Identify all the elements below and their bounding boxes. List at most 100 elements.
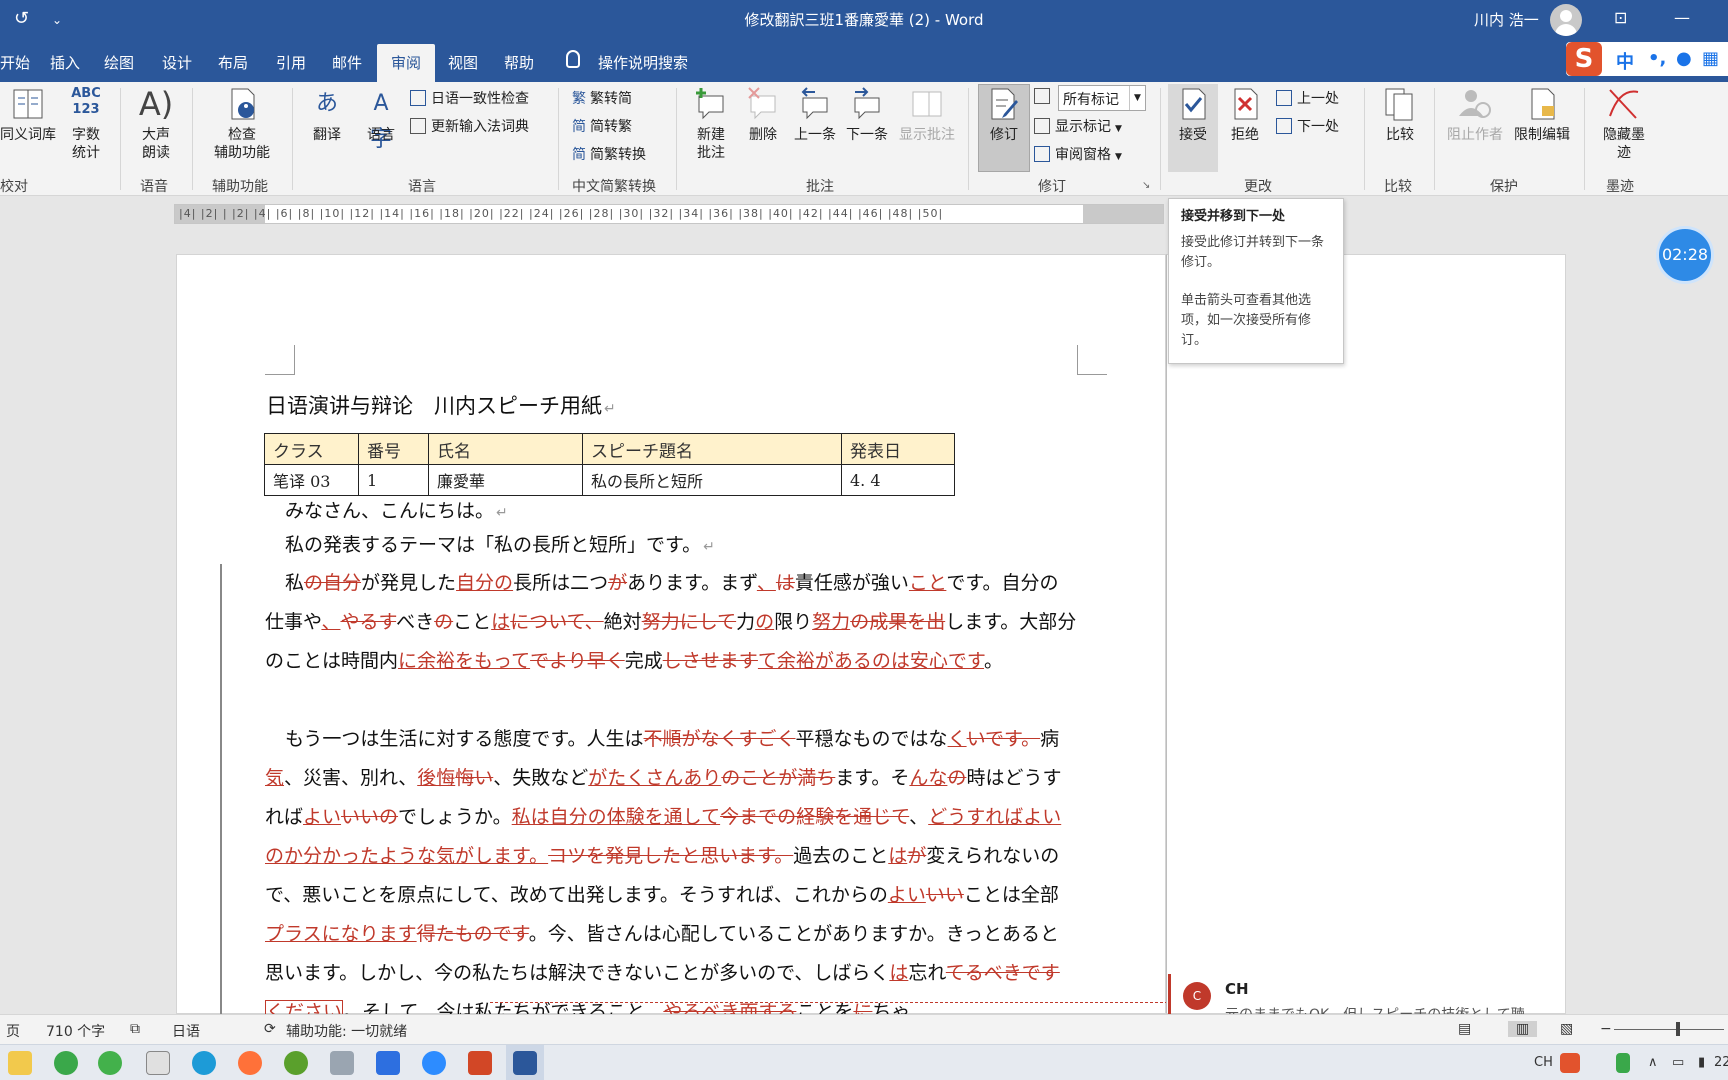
microphone-icon[interactable]: ●: [1676, 48, 1692, 69]
jp-consistency-button[interactable]: 日语一致性检查: [410, 88, 529, 108]
tab-home[interactable]: 开始: [0, 52, 30, 73]
tab-draw[interactable]: 绘图: [104, 52, 134, 73]
block-authors-button[interactable]: 阻止作者: [1442, 86, 1508, 144]
hide-ink-button[interactable]: 隐藏墨 迹: [1592, 86, 1656, 162]
tab-review[interactable]: 审阅: [377, 44, 436, 82]
tray-time[interactable]: 22: [1714, 1055, 1728, 1070]
table-cell[interactable]: 4. 4: [841, 464, 955, 496]
table-header-cell[interactable]: クラス: [264, 433, 359, 465]
paint-icon[interactable]: [146, 1051, 170, 1075]
tab-layout[interactable]: 布局: [218, 52, 248, 73]
tray-chevron-icon[interactable]: ∧: [1648, 1055, 1658, 1070]
table-header-cell[interactable]: 発表日: [841, 433, 955, 465]
language-button[interactable]: A字 语言: [356, 86, 406, 152]
show-comments-button[interactable]: 显示批注: [892, 86, 962, 144]
markup-select[interactable]: 所有标记 ▼: [1058, 85, 1146, 111]
tray-network-icon[interactable]: ▭: [1672, 1055, 1684, 1070]
ime-mode[interactable]: 中: [1616, 48, 1634, 74]
accept-button[interactable]: 接受: [1168, 86, 1218, 144]
table-header-cell[interactable]: スピーチ題名: [582, 433, 842, 465]
tab-view[interactable]: 视图: [448, 52, 478, 73]
comment-balloon[interactable]: C CH 元のままでもOK。但しスピーチの技術として聴: [1168, 974, 1566, 1023]
tray-language[interactable]: CH: [1534, 1055, 1553, 1070]
trad-to-simp-button[interactable]: 繁繁转简: [572, 88, 632, 108]
wechat-icon[interactable]: [98, 1051, 122, 1075]
file-explorer-icon[interactable]: [8, 1051, 32, 1075]
chrome-like-icon[interactable]: [284, 1051, 308, 1075]
table-header-cell[interactable]: 番号: [358, 433, 429, 465]
next-comment-button[interactable]: 下一条: [842, 86, 892, 144]
recording-timer[interactable]: 02:28: [1656, 226, 1714, 284]
user-name[interactable]: 川内 浩一: [1474, 9, 1539, 30]
edge-icon[interactable]: [192, 1051, 216, 1075]
track-changes-button[interactable]: 修订: [980, 86, 1028, 144]
update-ime-dict-button[interactable]: 更新输入法词典: [410, 116, 529, 136]
print-layout-icon[interactable]: ▥: [1508, 1021, 1538, 1037]
tab-references[interactable]: 引用: [276, 52, 306, 73]
body-paragraph-attitude[interactable]: もう一つは生活に対する態度です。人生は不順がなくすごく平穏なものではなくいです。…: [265, 720, 1077, 1014]
tab-mailings[interactable]: 邮件: [332, 52, 362, 73]
page-indicator[interactable]: 页: [6, 1021, 20, 1041]
reject-button[interactable]: 拒绝: [1220, 86, 1270, 144]
punctuation-icon[interactable]: •,: [1648, 48, 1666, 69]
simp-to-trad-button[interactable]: 简简转繁: [572, 116, 632, 136]
new-comment-button[interactable]: 新建 批注: [684, 86, 738, 162]
tab-design[interactable]: 设计: [162, 52, 192, 73]
previous-change-button[interactable]: 上一处: [1276, 88, 1339, 108]
tray-sogou-icon[interactable]: [1560, 1053, 1580, 1073]
document-heading[interactable]: 日语演讲与辩论 川内スピーチ用紙 ↵: [266, 390, 616, 420]
body-paragraph-strengths[interactable]: 私の自分が発見した自分の長所は二つがあります。まず、は責任感が強いことです。自分…: [265, 564, 1077, 681]
tab-insert[interactable]: 插入: [50, 52, 80, 73]
show-markup-button[interactable]: 显示标记 ▼: [1034, 116, 1122, 136]
info-table[interactable]: クラス 番号 氏名 スピーチ題名 発表日 笔译 03 1 廉愛華 私の長所と短所…: [264, 433, 955, 496]
read-mode-icon[interactable]: ▤: [1458, 1021, 1471, 1037]
ribbon-display-icon[interactable]: ⊡: [1614, 8, 1627, 27]
thesaurus-button[interactable]: 同义词库: [0, 86, 56, 144]
powerpoint-icon[interactable]: [468, 1051, 492, 1075]
prev-comment-button[interactable]: 上一条: [790, 86, 840, 144]
table-cell[interactable]: 笔译 03: [264, 464, 359, 496]
table-cell[interactable]: 私の長所と短所: [582, 464, 842, 496]
read-aloud-button[interactable]: A) 大声 朗读: [134, 86, 178, 162]
next-change-button[interactable]: 下一处: [1276, 116, 1339, 136]
table-cell[interactable]: 廉愛華: [428, 464, 583, 496]
zoom-meeting-icon[interactable]: [422, 1051, 446, 1075]
table-cell[interactable]: 1: [358, 464, 429, 496]
convert-button[interactable]: 简简繁转换: [572, 144, 646, 164]
word-count-status[interactable]: 710 个字: [46, 1021, 105, 1041]
proofing-status-icon[interactable]: ⧉: [130, 1021, 140, 1037]
web-layout-icon[interactable]: ▧: [1560, 1021, 1573, 1037]
tray-app-icon[interactable]: [1616, 1053, 1630, 1073]
tab-help[interactable]: 帮助: [504, 52, 534, 73]
restrict-editing-button[interactable]: 限制编辑: [1508, 86, 1576, 144]
delete-comment-button[interactable]: 删除: [740, 86, 786, 144]
table-header-cell[interactable]: 氏名: [428, 433, 583, 465]
minimize-icon[interactable]: —: [1674, 8, 1690, 27]
word-count-button[interactable]: ABC 123 字数 统计: [64, 86, 108, 162]
zoom-out-icon[interactable]: −: [1600, 1021, 1612, 1037]
theme-paragraph[interactable]: 私の発表するテーマは「私の長所と短所」です。 ↵: [265, 526, 1077, 567]
show-markup-icon: [1034, 118, 1050, 134]
ie-browser-icon[interactable]: [54, 1051, 78, 1075]
ime-toolbar[interactable]: S 中 •, ● ▦: [1566, 42, 1728, 76]
language-status[interactable]: 日语: [172, 1021, 200, 1041]
translate-button[interactable]: あ 翻译: [302, 86, 352, 144]
accessibility-status[interactable]: 辅助功能: 一切就绪: [286, 1021, 407, 1041]
tracking-options-launcher-icon[interactable]: ↘: [1142, 180, 1150, 191]
markup-select-arrow-icon[interactable]: ▼: [1129, 86, 1145, 110]
zoom-slider[interactable]: [1614, 1029, 1724, 1030]
sogou-logo-icon: S: [1566, 42, 1602, 76]
reviewing-pane-button[interactable]: 审阅窗格 ▼: [1034, 144, 1122, 164]
tell-me-search[interactable]: 操作说明搜索: [598, 52, 688, 73]
app-icon[interactable]: [330, 1051, 354, 1075]
feishu-icon[interactable]: [376, 1051, 400, 1075]
keyboard-icon[interactable]: ▦: [1702, 48, 1719, 69]
compare-button[interactable]: 比较: [1372, 86, 1428, 144]
check-accessibility-button[interactable]: 检查 辅助功能: [200, 86, 284, 162]
user-avatar[interactable]: [1550, 4, 1582, 36]
word-icon[interactable]: [513, 1051, 537, 1075]
zoom-slider-thumb[interactable]: [1676, 1022, 1680, 1036]
tray-battery-icon[interactable]: ▮: [1698, 1055, 1705, 1070]
firefox-icon[interactable]: [238, 1051, 262, 1075]
horizontal-ruler[interactable]: |4| |2| | |2| |4| |6| |8| |10| |12| |14|…: [174, 204, 1164, 224]
